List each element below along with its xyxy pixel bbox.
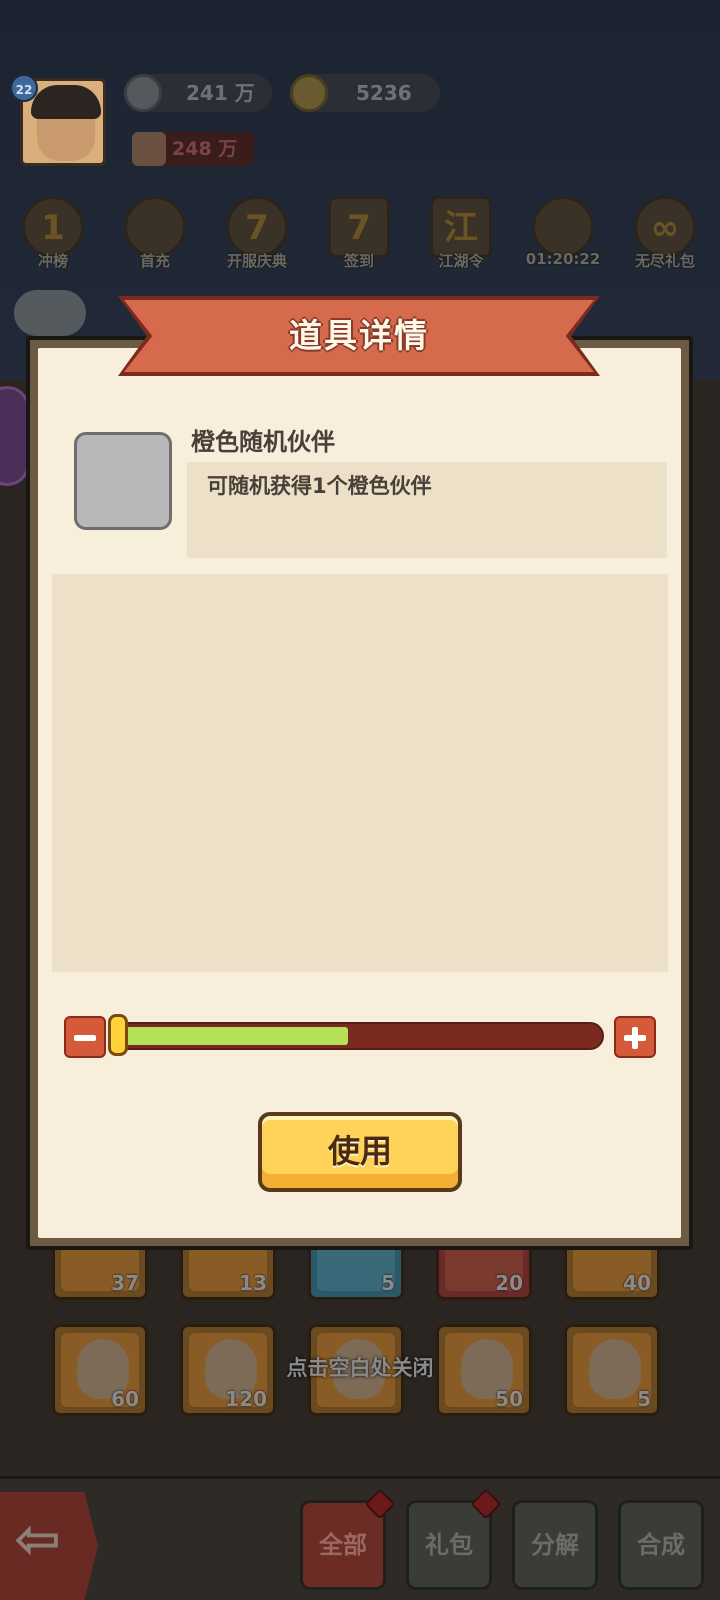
tab-label: 分解 xyxy=(531,1531,579,1559)
item-name: 橙色随机伙伴 xyxy=(191,428,335,456)
item-count: 37 xyxy=(111,1271,139,1295)
menu-label: 江湖令 xyxy=(438,252,484,270)
item-count: 5 xyxy=(637,1387,651,1411)
tab-gift[interactable]: 礼包 xyxy=(406,1488,502,1590)
level-badge: 22 xyxy=(10,74,38,102)
dialog-title-ribbon: 道具详情 xyxy=(118,296,600,376)
calendar-icon: 7 xyxy=(328,196,390,258)
tab-label: 礼包 xyxy=(425,1531,473,1559)
menu-item-endless-gift[interactable]: ∞ 无尽礼包 xyxy=(620,196,710,286)
power-amount: 248 万 xyxy=(172,138,238,160)
menu-item-token[interactable]: 江 江湖令 xyxy=(416,196,506,286)
menu-label: 首充 xyxy=(139,252,170,270)
item-count: 50 xyxy=(495,1387,523,1411)
token-icon: 江 xyxy=(430,196,492,258)
tab-label: 全部 xyxy=(319,1531,367,1559)
menu-item-first-charge[interactable]: 首充 xyxy=(110,196,200,286)
celebration-icon: 7 xyxy=(226,196,288,258)
minus-button[interactable] xyxy=(64,1016,106,1058)
plus-button[interactable] xyxy=(614,1016,656,1058)
menu-label: 冲榜 xyxy=(37,252,68,270)
menu-item-celebration[interactable]: 7 开服庆典 xyxy=(212,196,302,286)
menu-label: 签到 xyxy=(343,252,374,270)
item-count: 40 xyxy=(623,1271,651,1295)
item-description-box: 可随机获得1个橙色伙伴 xyxy=(187,462,667,558)
item-count: 120 xyxy=(225,1387,267,1411)
menu-item-rank[interactable]: 1 冲榜 xyxy=(8,196,98,286)
gift-icon xyxy=(532,196,594,258)
activity-menu: 1 冲榜 首充 7 开服庆典 7 签到 江 江湖令 01:20:22 ∞ 无尽礼… xyxy=(0,196,720,286)
item-count: 20 xyxy=(495,1271,523,1295)
menu-item-gift-timer[interactable]: 01:20:22 xyxy=(518,196,608,286)
first-charge-icon xyxy=(124,196,186,258)
item-icon-slot xyxy=(74,432,172,530)
quantity-slider[interactable] xyxy=(112,1022,604,1050)
gold-amount: 5236 xyxy=(356,81,412,105)
avatar-hair xyxy=(31,85,101,119)
tab-label: 合成 xyxy=(637,1531,685,1559)
silver-amount: 241 万 xyxy=(186,81,255,105)
item-count: 60 xyxy=(111,1387,139,1411)
slider-fill xyxy=(118,1027,348,1045)
gold-ingot-icon xyxy=(290,74,328,112)
back-arrow-icon: ⇦ xyxy=(14,1507,61,1572)
menu-label: 无尽礼包 xyxy=(634,252,695,270)
cloud-icon[interactable] xyxy=(14,290,86,336)
fist-icon xyxy=(132,132,166,166)
item-description: 可随机获得1个橙色伙伴 xyxy=(207,474,432,498)
tab-decompose[interactable]: 分解 xyxy=(512,1500,598,1590)
menu-label: 01:20:22 xyxy=(525,250,601,268)
silver-coin-icon xyxy=(124,74,162,112)
item-count: 5 xyxy=(381,1271,395,1295)
menu-label: 开服庆典 xyxy=(226,252,287,270)
item-content-area xyxy=(52,574,668,972)
use-button[interactable]: 使用 xyxy=(258,1112,462,1192)
slider-handle[interactable] xyxy=(108,1014,128,1056)
close-hint[interactable]: 点击空白处关闭 xyxy=(0,1352,720,1382)
menu-item-sign-in[interactable]: 7 签到 xyxy=(314,196,404,286)
dialog-title: 道具详情 xyxy=(289,316,429,355)
rank-icon: 1 xyxy=(22,196,84,258)
tab-compose[interactable]: 合成 xyxy=(618,1500,704,1590)
tab-all[interactable]: 全部 xyxy=(300,1488,396,1590)
infinity-icon: ∞ xyxy=(634,196,696,258)
item-count: 13 xyxy=(239,1271,267,1295)
